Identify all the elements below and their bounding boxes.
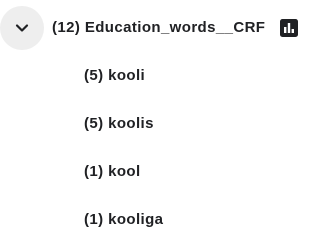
chart-button[interactable] bbox=[279, 18, 299, 38]
bar-chart-icon bbox=[280, 19, 298, 37]
child-node-label: (5) kooli bbox=[84, 67, 146, 84]
child-node-label: (1) kool bbox=[84, 163, 141, 180]
tree-view: (12) Education_words__CRF (5) kooli (5) … bbox=[0, 0, 311, 244]
tree-node-child[interactable]: (1) kool bbox=[0, 148, 311, 196]
tree-node-parent: (12) Education_words__CRF bbox=[0, 4, 311, 52]
child-node-label: (5) koolis bbox=[84, 115, 154, 132]
tree-node-child[interactable]: (1) kooliga bbox=[0, 196, 311, 244]
parent-node-label[interactable]: (12) Education_words__CRF bbox=[52, 18, 265, 38]
chevron-down-icon bbox=[15, 24, 29, 32]
child-node-label: (1) kooliga bbox=[84, 211, 164, 228]
expand-collapse-button[interactable] bbox=[0, 6, 44, 50]
tree-node-child[interactable]: (5) koolis bbox=[0, 100, 311, 148]
tree-node-child[interactable]: (5) kooli bbox=[0, 52, 311, 100]
